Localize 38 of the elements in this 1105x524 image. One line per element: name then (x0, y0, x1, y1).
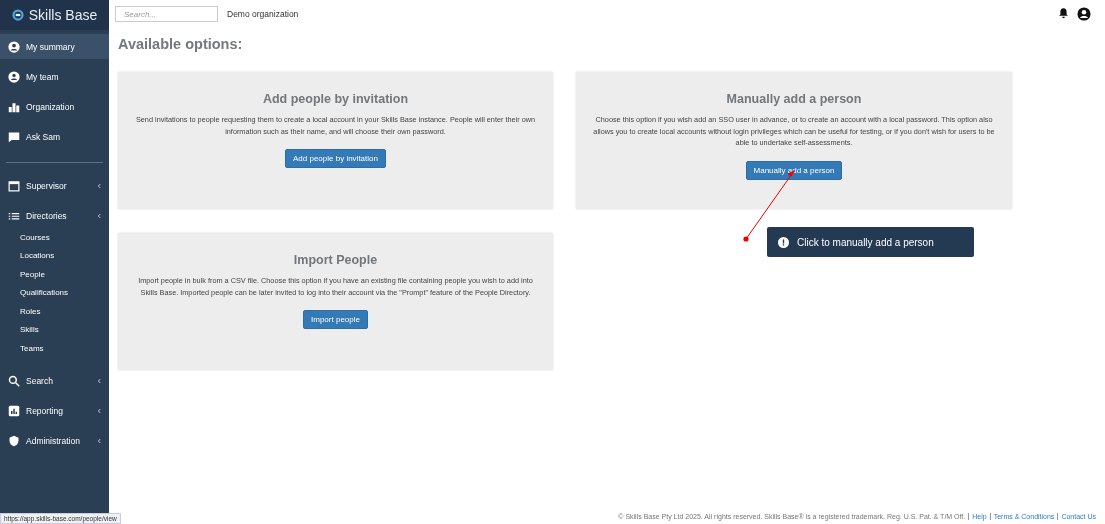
tooltip-text: Click to manually add a person (797, 236, 934, 248)
sidebar-subitem[interactable]: Teams (0, 339, 109, 358)
brand-name: Skills Base (28, 7, 98, 23)
bar-chart-icon (8, 405, 20, 417)
logo-icon (11, 9, 24, 21)
sidebar-item[interactable]: Search (0, 368, 109, 394)
sidebar-item[interactable]: My summary (0, 34, 109, 59)
sidebar-item[interactable]: Organization (0, 94, 109, 119)
sidebar-subitem[interactable]: Skills (0, 320, 109, 339)
alert-icon (778, 236, 789, 248)
option-button[interactable]: Import people (303, 310, 368, 329)
chat-icon (8, 130, 20, 143)
bell-icon[interactable] (1058, 7, 1069, 19)
sidebar-item[interactable]: Ask Sam (0, 124, 109, 149)
card-title: Manually add a person (726, 92, 862, 106)
shield-icon (8, 435, 20, 447)
card-title: Import People (293, 253, 378, 267)
sidebar-subitem[interactable]: People (0, 265, 109, 284)
calendar-icon (8, 179, 20, 192)
search-icon (8, 375, 20, 387)
option-button[interactable]: Manually add a person (745, 160, 843, 180)
sidebar-item[interactable]: Administration (0, 428, 109, 454)
sidebar-item[interactable]: Supervisor (0, 173, 109, 198)
sidebar-subitem[interactable]: Qualifications (0, 283, 109, 302)
buildings-icon (8, 100, 20, 113)
sidebar-subitem[interactable]: Locations (0, 246, 109, 265)
organization-name: Demo organization (227, 9, 299, 19)
sidebar-item[interactable]: My team (0, 64, 109, 89)
user-circle-icon (8, 40, 20, 53)
search-field[interactable]: Search... (115, 6, 218, 22)
sidebar-item[interactable]: Directories (0, 203, 109, 228)
card-title: Add people by invitation (262, 92, 409, 106)
sidebar-subitem[interactable]: Courses (0, 228, 109, 247)
option-button[interactable]: Add people by invitation (285, 149, 386, 168)
page-title: Available options: (118, 36, 244, 52)
sidebar-item[interactable]: Reporting (0, 398, 109, 424)
sidebar-subitem[interactable]: Roles (0, 302, 109, 321)
user-circle-icon[interactable] (1077, 7, 1091, 21)
